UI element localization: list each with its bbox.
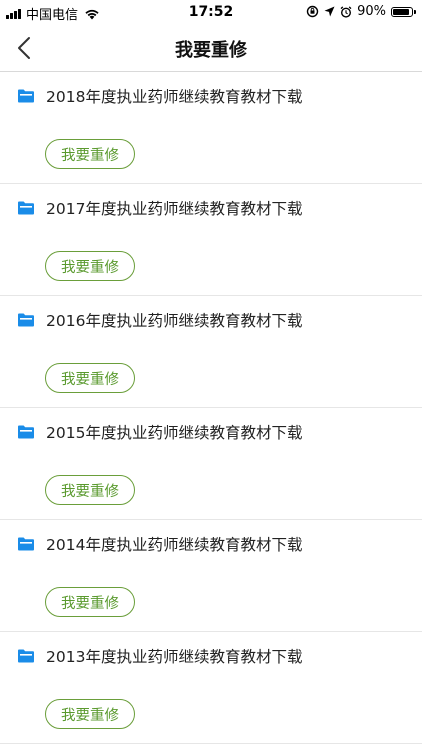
rotation-lock-icon	[306, 5, 319, 18]
item-title-row[interactable]: 2018年度执业药师继续教育教材下载	[17, 85, 302, 107]
folder-icon	[18, 425, 34, 439]
item-title: 2014年度执业药师继续教育教材下载	[46, 536, 303, 554]
list-item: 2014年度执业药师继续教育教材下载 我要重修	[0, 520, 422, 632]
folder-icon	[18, 537, 34, 551]
item-title-row[interactable]: 2016年度执业药师继续教育教材下载	[17, 309, 302, 331]
retake-button[interactable]: 我要重修	[45, 139, 135, 169]
folder-icon	[18, 649, 34, 663]
folder-icon	[18, 89, 34, 103]
item-title: 2016年度执业药师继续教育教材下载	[46, 312, 303, 330]
folder-icon	[18, 201, 34, 215]
item-title-row[interactable]: 2015年度执业药师继续教育教材下载	[17, 421, 302, 443]
battery-cap	[414, 9, 416, 14]
page-title: 我要重修	[175, 40, 247, 61]
item-title: 2013年度执业药师继续教育教材下载	[46, 648, 303, 666]
item-title: 2018年度执业药师继续教育教材下载	[46, 88, 303, 106]
alarm-icon	[340, 5, 352, 18]
item-title: 2017年度执业药师继续教育教材下载	[46, 200, 303, 218]
item-title: 2015年度执业药师继续教育教材下载	[46, 424, 303, 442]
battery-fill	[393, 8, 410, 15]
retake-button[interactable]: 我要重修	[45, 587, 135, 617]
list-item: 2018年度执业药师继续教育教材下载 我要重修	[0, 72, 422, 184]
retake-button[interactable]: 我要重修	[45, 363, 135, 393]
status-bar: 中国电信 17:52 90%	[0, 0, 422, 24]
battery-body	[391, 6, 413, 17]
retake-button[interactable]: 我要重修	[45, 475, 135, 505]
status-right: 90%	[306, 4, 416, 19]
battery-percent: 90%	[357, 4, 386, 19]
battery-icon	[391, 6, 416, 17]
retake-button[interactable]: 我要重修	[45, 251, 135, 281]
list-item: 2013年度执业药师继续教育教材下载 我要重修	[0, 632, 422, 744]
folder-icon	[18, 313, 34, 327]
item-title-row[interactable]: 2017年度执业药师继续教育教材下载	[17, 197, 302, 219]
list-item: 2016年度执业药师继续教育教材下载 我要重修	[0, 296, 422, 408]
item-title-row[interactable]: 2013年度执业药师继续教育教材下载	[17, 645, 302, 667]
item-title-row[interactable]: 2014年度执业药师继续教育教材下载	[17, 533, 302, 555]
list-item: 2015年度执业药师继续教育教材下载 我要重修	[0, 408, 422, 520]
list-item: 2017年度执业药师继续教育教材下载 我要重修	[0, 184, 422, 296]
nav-bar: 我要重修	[0, 24, 422, 72]
material-list: 2018年度执业药师继续教育教材下载 我要重修 2017年度执业药师继续教育教材…	[0, 72, 422, 744]
location-arrow-icon	[324, 6, 335, 17]
retake-button[interactable]: 我要重修	[45, 699, 135, 729]
